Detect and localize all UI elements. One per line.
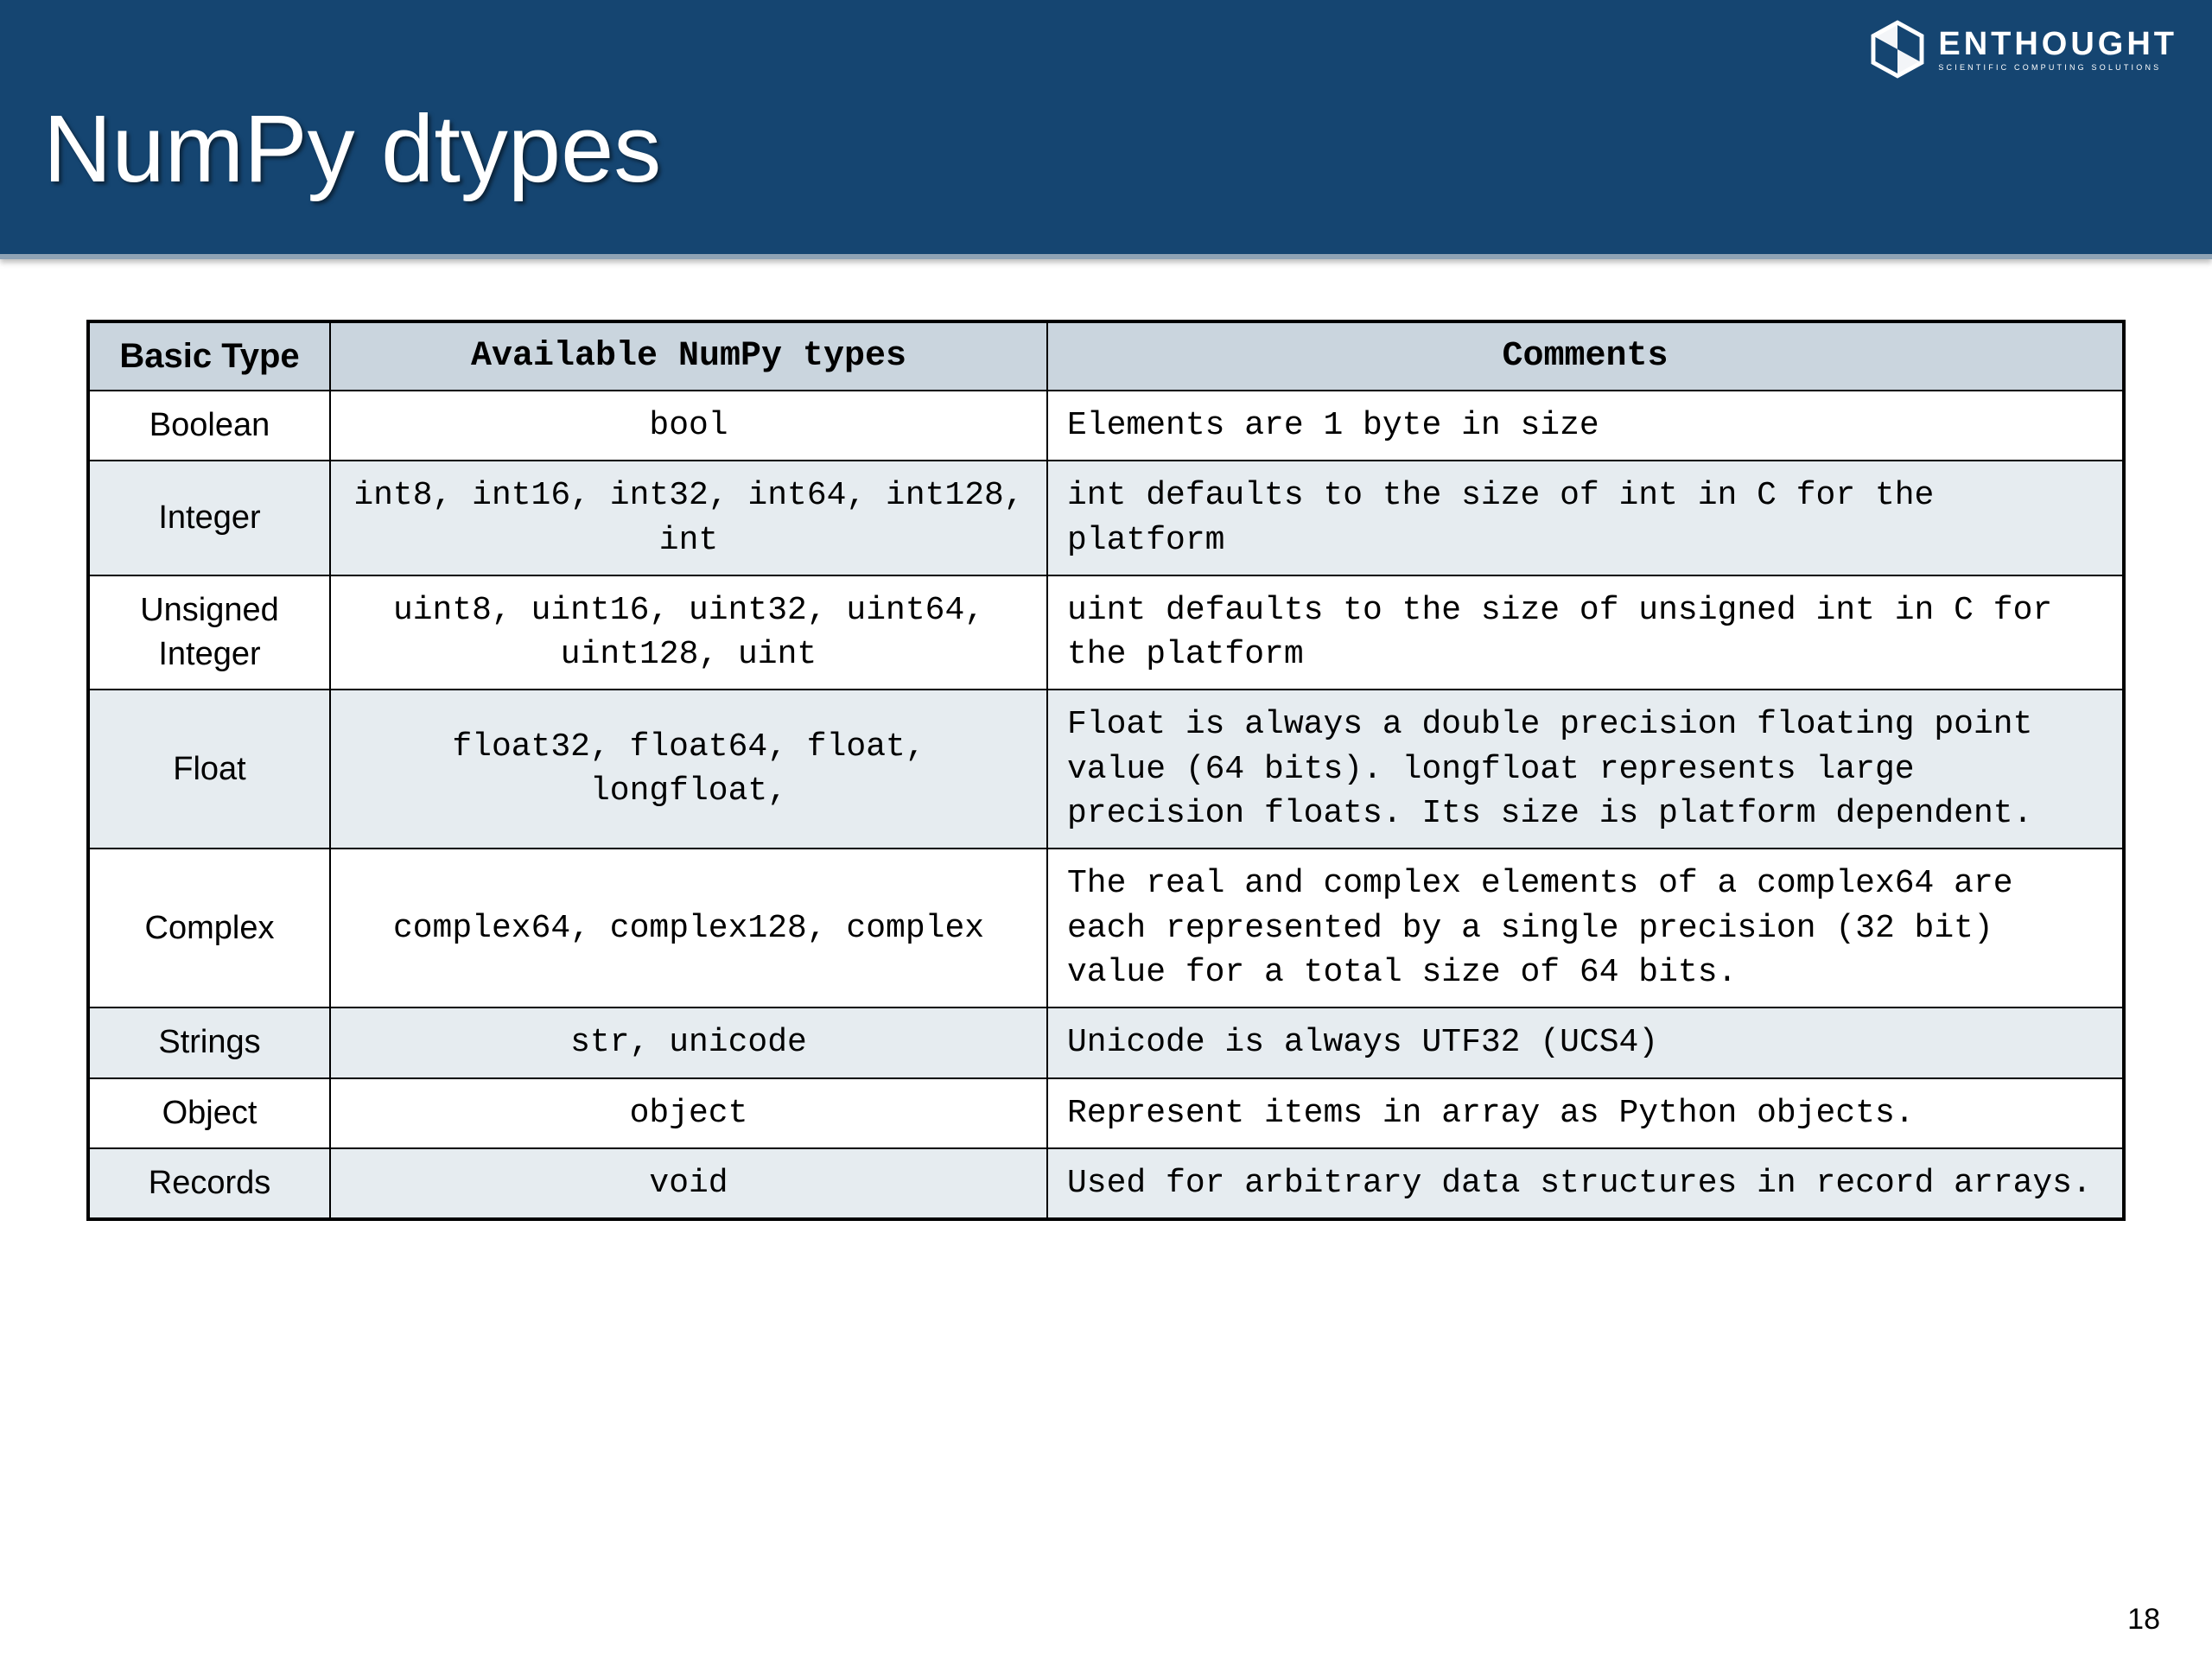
- dtypes-table: Basic Type Available NumPy types Comment…: [86, 320, 2126, 1221]
- cell-numpy-types: uint8, uint16, uint32, uint64, uint128, …: [330, 575, 1047, 690]
- cell-numpy-types: void: [330, 1148, 1047, 1219]
- cell-numpy-types: int8, int16, int32, int64, int128, int: [330, 461, 1047, 575]
- cell-numpy-types: bool: [330, 391, 1047, 461]
- th-numpy-types: Available NumPy types: [330, 321, 1047, 391]
- cell-comments: Represent items in array as Python objec…: [1047, 1078, 2124, 1148]
- cell-basic-type: Integer: [88, 461, 330, 575]
- table-row: Integerint8, int16, int32, int64, int128…: [88, 461, 2124, 575]
- cell-basic-type: Object: [88, 1078, 330, 1148]
- cell-basic-type: Float: [88, 690, 330, 849]
- slide-header: NumPy dtypes ENTHOUGHT SCIENTIFIC COMPUT…: [0, 0, 2212, 259]
- cell-numpy-types: str, unicode: [330, 1007, 1047, 1077]
- cell-comments: Elements are 1 byte in size: [1047, 391, 2124, 461]
- cell-basic-type: Unsigned Integer: [88, 575, 330, 690]
- brand-text-wrap: ENTHOUGHT SCIENTIFIC COMPUTING SOLUTIONS: [1938, 28, 2177, 72]
- cell-comments: uint defaults to the size of unsigned in…: [1047, 575, 2124, 690]
- table-row: Floatfloat32, float64, float, longfloat,…: [88, 690, 2124, 849]
- cell-numpy-types: object: [330, 1078, 1047, 1148]
- brand-tagline: SCIENTIFIC COMPUTING SOLUTIONS: [1938, 63, 2177, 72]
- page-number: 18: [2127, 1603, 2160, 1637]
- table-header-row: Basic Type Available NumPy types Comment…: [88, 321, 2124, 391]
- brand-logo: ENTHOUGHT SCIENTIFIC COMPUTING SOLUTIONS: [1867, 19, 2177, 79]
- cell-numpy-types: float32, float64, float, longfloat,: [330, 690, 1047, 849]
- cell-basic-type: Boolean: [88, 391, 330, 461]
- table-row: ObjectobjectRepresent items in array as …: [88, 1078, 2124, 1148]
- table-row: BooleanboolElements are 1 byte in size: [88, 391, 2124, 461]
- cell-comments: The real and complex elements of a compl…: [1047, 849, 2124, 1007]
- cell-comments: int defaults to the size of int in C for…: [1047, 461, 2124, 575]
- table-row: RecordsvoidUsed for arbitrary data struc…: [88, 1148, 2124, 1219]
- cell-basic-type: Records: [88, 1148, 330, 1219]
- cell-comments: Used for arbitrary data structures in re…: [1047, 1148, 2124, 1219]
- cell-basic-type: Strings: [88, 1007, 330, 1077]
- cell-numpy-types: complex64, complex128, complex: [330, 849, 1047, 1007]
- table-row: Stringsstr, unicodeUnicode is always UTF…: [88, 1007, 2124, 1077]
- enthought-icon: [1867, 19, 1928, 79]
- slide-content: Basic Type Available NumPy types Comment…: [0, 259, 2212, 1221]
- table-row: Complexcomplex64, complex128, complexThe…: [88, 849, 2124, 1007]
- slide-title: NumPy dtypes: [43, 94, 661, 204]
- brand-name: ENTHOUGHT: [1938, 28, 2177, 60]
- th-basic-type: Basic Type: [88, 321, 330, 391]
- cell-basic-type: Complex: [88, 849, 330, 1007]
- th-comments: Comments: [1047, 321, 2124, 391]
- table-row: Unsigned Integeruint8, uint16, uint32, u…: [88, 575, 2124, 690]
- cell-comments: Float is always a double precision float…: [1047, 690, 2124, 849]
- cell-comments: Unicode is always UTF32 (UCS4): [1047, 1007, 2124, 1077]
